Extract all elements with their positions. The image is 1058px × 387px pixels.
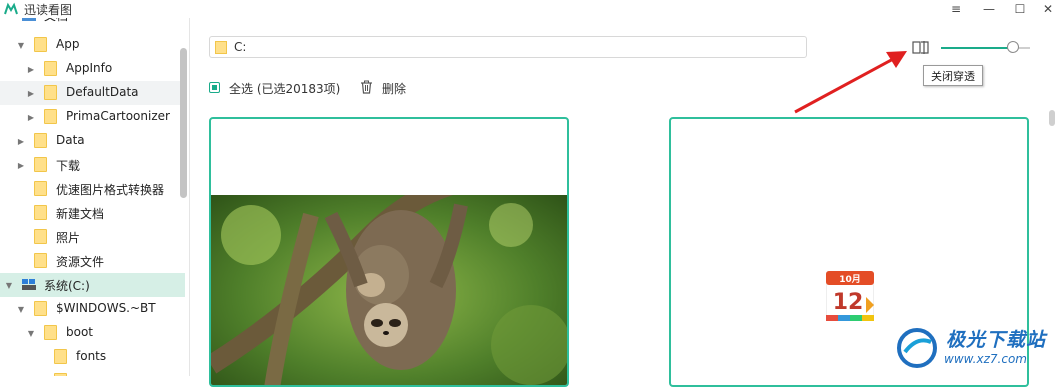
menu-button[interactable]: ≡: [942, 0, 970, 18]
folder-icon: [44, 109, 57, 124]
trash-icon[interactable]: [360, 80, 373, 94]
app-logo-icon: [4, 2, 18, 15]
folder-icon: [215, 41, 227, 54]
zoom-slider-knob[interactable]: [1007, 41, 1019, 53]
tree-item-defaultdata[interactable]: ▶ DefaultData: [0, 81, 185, 105]
folder-icon: [34, 157, 47, 172]
thumbnail-card-photo[interactable]: [209, 117, 569, 387]
tree-item-photos[interactable]: 照片: [0, 225, 185, 249]
folder-icon: [34, 229, 47, 244]
folder-tree: 文档 ▼ App ▶ AppInfo ▶ DefaultData ▶ Prima…: [0, 18, 190, 376]
sloth-photo: [211, 195, 567, 385]
tree-item-image-converter[interactable]: 优速图片格式转换器: [0, 177, 185, 201]
tree-item-partial[interactable]: [0, 369, 185, 376]
minimize-button[interactable]: —: [975, 0, 1003, 18]
close-button[interactable]: ✕: [1034, 0, 1058, 18]
delete-button[interactable]: 删除: [382, 80, 406, 97]
tree-item-appinfo[interactable]: ▶ AppInfo: [0, 57, 185, 81]
chevron-right-icon[interactable]: ▶: [16, 160, 26, 170]
maximize-button[interactable]: ☐: [1006, 0, 1034, 18]
folder-icon: [54, 349, 67, 364]
path-text: C:: [234, 40, 247, 54]
select-all-label[interactable]: 全选 (已选20183项): [229, 80, 340, 97]
folder-icon: [34, 37, 47, 52]
calendar-day: 12: [833, 290, 864, 315]
main-scrollbar[interactable]: [1049, 110, 1055, 126]
sidebar-scrollbar[interactable]: [180, 48, 187, 198]
watermark-site: www.xz7.com: [944, 352, 1027, 366]
tooltip: 关闭穿透: [923, 65, 983, 86]
tree-item-boot[interactable]: ▼ boot: [0, 321, 185, 345]
tree-item-system-c[interactable]: ▼ 系统(C:): [0, 273, 185, 297]
chevron-down-icon[interactable]: ▼: [26, 328, 36, 338]
zoom-slider-rest: [1018, 47, 1030, 49]
folder-icon: [34, 205, 47, 220]
watermark-brand: 极光下载站: [946, 329, 1047, 351]
tree-item-primacartoonizer[interactable]: ▶ PrimaCartoonizer: [0, 105, 185, 129]
chevron-right-icon[interactable]: ▶: [26, 88, 36, 98]
tree-item-app[interactable]: ▼ App: [0, 33, 185, 57]
chevron-down-icon[interactable]: ▼: [16, 40, 26, 50]
documents-icon: [22, 18, 36, 21]
pierce-through-icon[interactable]: [912, 40, 930, 55]
app-title: 迅读看图: [24, 3, 73, 17]
chevron-right-icon[interactable]: ▶: [16, 136, 26, 146]
path-bar[interactable]: C:: [209, 36, 807, 58]
select-all-checkbox[interactable]: [209, 82, 220, 93]
folder-icon: [34, 133, 47, 148]
chevron-right-icon[interactable]: ▶: [26, 64, 36, 74]
calendar-app-icon: 10月 12: [826, 271, 874, 321]
folder-icon: [34, 181, 47, 196]
tree-item-documents[interactable]: 文档: [0, 18, 185, 28]
chevron-down-icon[interactable]: ▼: [4, 280, 14, 290]
folder-icon: [44, 325, 57, 340]
calendar-month: 10月: [839, 274, 861, 285]
chevron-down-icon[interactable]: ▼: [16, 304, 26, 314]
tree-item-windows-bt[interactable]: ▼ $WINDOWS.~BT: [0, 297, 185, 321]
folder-icon: [34, 301, 47, 316]
folder-icon: [44, 61, 57, 76]
tree-item-fonts[interactable]: fonts: [0, 345, 185, 369]
folder-icon: [34, 253, 47, 268]
tree-item-new-document[interactable]: 新建文档: [0, 201, 185, 225]
title-bar: 迅读看图 ≡ — ☐ ✕: [0, 0, 1058, 18]
tree-item-resources[interactable]: 资源文件: [0, 249, 185, 273]
drive-icon: [22, 279, 36, 290]
tree-item-downloads[interactable]: ▶ 下载: [0, 153, 185, 177]
chevron-right-icon[interactable]: ▶: [26, 112, 36, 122]
folder-icon: [44, 85, 57, 100]
tree-item-data[interactable]: ▶ Data: [0, 129, 185, 153]
